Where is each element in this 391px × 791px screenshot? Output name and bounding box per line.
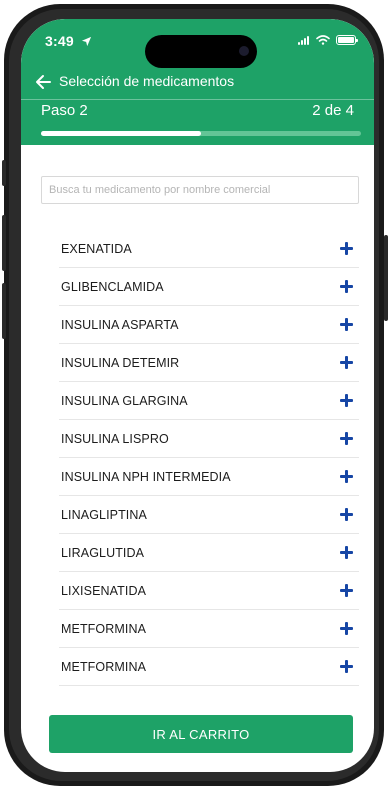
plus-icon[interactable] — [340, 432, 353, 445]
medication-name: INSULINA GLARGINA — [61, 394, 188, 408]
medication-name: METFORMINA — [61, 622, 147, 636]
medication-name: GLIBENCLAMIDA — [61, 280, 164, 294]
medication-name: LIXISENATIDA — [61, 584, 147, 598]
medication-item[interactable]: LIXISENATIDA — [59, 572, 359, 610]
plus-icon[interactable] — [340, 394, 353, 407]
volume-up-button — [2, 215, 6, 271]
power-button — [384, 235, 388, 321]
wifi-icon — [316, 35, 330, 45]
location-arrow-icon — [81, 36, 92, 47]
plus-icon[interactable] — [340, 470, 353, 483]
plus-icon[interactable] — [340, 356, 353, 369]
status-time: 3:49 — [45, 33, 74, 49]
header-divider — [21, 99, 374, 100]
medication-item[interactable]: GLIBENCLAMIDA — [59, 268, 359, 306]
step-progress-bar — [41, 131, 361, 136]
plus-icon[interactable] — [340, 242, 353, 255]
app-header: 3:49 Selección de medicamentos Paso 2 2 … — [21, 19, 374, 145]
volume-down-button — [2, 283, 6, 339]
medication-name: METFORMINA — [61, 660, 147, 674]
medication-item[interactable]: INSULINA GLARGINA — [59, 382, 359, 420]
medication-name: EXENATIDA — [61, 242, 132, 256]
medication-item[interactable]: INSULINA NPH INTERMEDIA — [59, 458, 359, 496]
medication-name: INSULINA NPH INTERMEDIA — [61, 470, 231, 484]
plus-icon[interactable] — [340, 546, 353, 559]
medication-name: INSULINA DETEMIR — [61, 356, 180, 370]
plus-icon[interactable] — [340, 660, 353, 673]
plus-icon[interactable] — [340, 584, 353, 597]
medication-name: LINAGLIPTINA — [61, 508, 147, 522]
step-count: 2 de 4 — [312, 102, 354, 119]
medication-name: LIRAGLUTIDA — [61, 546, 145, 560]
go-to-cart-button[interactable]: IR AL CARRITO — [49, 715, 353, 753]
medication-item[interactable]: INSULINA ASPARTA — [59, 306, 359, 344]
medication-item[interactable]: METFORMINA — [59, 648, 359, 686]
arrow-left-icon[interactable] — [35, 74, 51, 90]
signal-icon — [298, 35, 310, 45]
medication-item[interactable]: LIRAGLUTIDA — [59, 534, 359, 572]
plus-icon[interactable] — [340, 318, 353, 331]
action-button — [2, 160, 6, 186]
plus-icon[interactable] — [340, 508, 353, 521]
medication-item[interactable]: INSULINA LISPRO — [59, 420, 359, 458]
medication-item[interactable]: LINAGLIPTINA — [59, 496, 359, 534]
medication-item[interactable]: EXENATIDA — [59, 230, 359, 268]
medication-item[interactable]: INSULINA DETEMIR — [59, 344, 359, 382]
nav-bar: Selección de medicamentos — [21, 70, 374, 94]
medication-item[interactable]: METFORMINA — [59, 610, 359, 648]
plus-icon[interactable] — [340, 280, 353, 293]
battery-icon — [336, 35, 358, 45]
plus-icon[interactable] — [340, 622, 353, 635]
medication-name: INSULINA ASPARTA — [61, 318, 179, 332]
medication-list: EXENATIDA GLIBENCLAMIDA INSULINA ASPARTA IN… — [59, 230, 359, 686]
camera-dot — [239, 46, 249, 56]
page-title: Selección de medicamentos — [59, 73, 235, 89]
medication-name: INSULINA LISPRO — [61, 432, 169, 446]
status-icons — [298, 35, 358, 45]
app-screen: 3:49 Selección de medicamentos Paso 2 2 … — [21, 19, 374, 772]
search-input[interactable] — [41, 176, 359, 204]
step-progress-fill — [41, 131, 201, 136]
step-label: Paso 2 — [41, 102, 88, 119]
